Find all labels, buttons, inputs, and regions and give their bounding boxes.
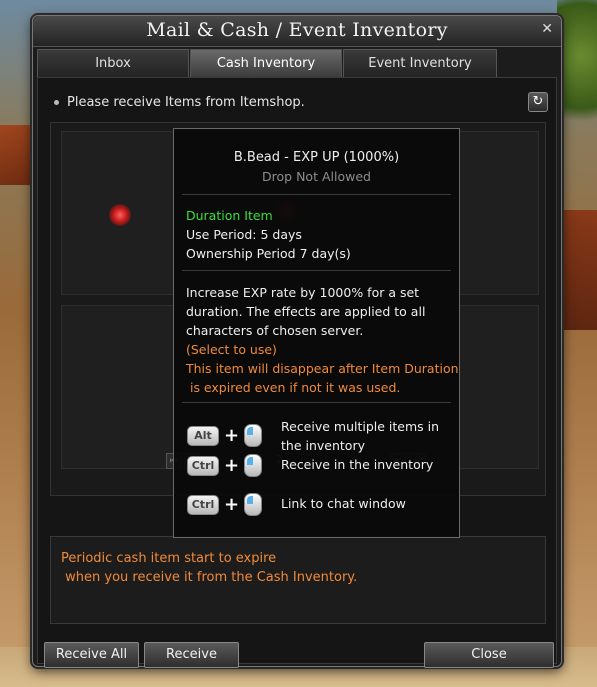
refresh-icon[interactable]: ↻ [528,92,548,112]
bullet-icon [54,100,59,105]
item-tooltip: B.Bead - EXP UP (1000%) Drop Not Allowed… [173,128,460,538]
window-titlebar[interactable]: Mail & Cash / Event Inventory ✕ [33,16,561,47]
select-hint: (Select to use) [186,342,277,357]
shortcut-text: Link to chat window [281,496,406,511]
background-roof [557,210,597,330]
ownership-period: Ownership Period 7 day(s) [186,246,351,261]
mouse-left-click-icon [244,424,262,447]
tab-inbox[interactable]: Inbox [37,49,189,78]
duration-label: Duration Item [186,208,273,223]
divider [182,194,451,195]
receive-button[interactable]: Receive [144,642,239,668]
drop-status: Drop Not Allowed [262,169,371,184]
close-icon[interactable]: ✕ [541,21,553,37]
shortcut-text: the inventory [281,438,365,453]
alt-key-icon: Alt [187,426,219,446]
description-line: characters of chosen server. [186,323,364,338]
expire-info-text: Periodic cash item start to expire when … [61,551,358,585]
shortcut-text: Receive in the inventory [281,457,434,472]
description-line: Increase EXP rate by 1000% for a set [186,285,420,300]
exp-bead-icon[interactable] [109,204,131,226]
tab-event-inventory[interactable]: Event Inventory [343,49,497,78]
tab-bar: Inbox Cash Inventory Event Inventory [37,49,557,78]
mouse-left-click-icon [244,454,262,477]
divider [182,402,451,403]
window-title: Mail & Cash / Event Inventory [146,19,448,41]
notice: Please receive Items from Itemshop. [54,95,305,110]
use-period: Use Period: 5 days [186,227,302,242]
tab-cash-inventory[interactable]: Cash Inventory [190,49,342,78]
notice-text: Please receive Items from Itemshop. [67,95,305,110]
info-box: Periodic cash item start to expire when … [50,536,546,624]
warning-line: This item will disappear after Item Dura… [186,361,459,376]
warning-line: is expired even if not it was used. [186,380,401,395]
receive-all-button[interactable]: Receive All [44,642,139,668]
mouse-left-click-icon [244,493,262,516]
ctrl-key-icon: Ctrl [187,456,219,476]
plus-icon: + [224,455,240,476]
description-line: duration. The effects are applied to all [186,304,426,319]
divider [182,270,451,271]
close-button[interactable]: Close [424,642,554,668]
plus-icon: + [224,425,240,446]
item-name: B.Bead - EXP UP (1000%) [233,150,400,165]
shortcut-text: Receive multiple items in [281,419,440,434]
ctrl-key-icon: Ctrl [187,495,219,515]
plus-icon: + [224,494,240,515]
background-foliage [557,0,597,140]
